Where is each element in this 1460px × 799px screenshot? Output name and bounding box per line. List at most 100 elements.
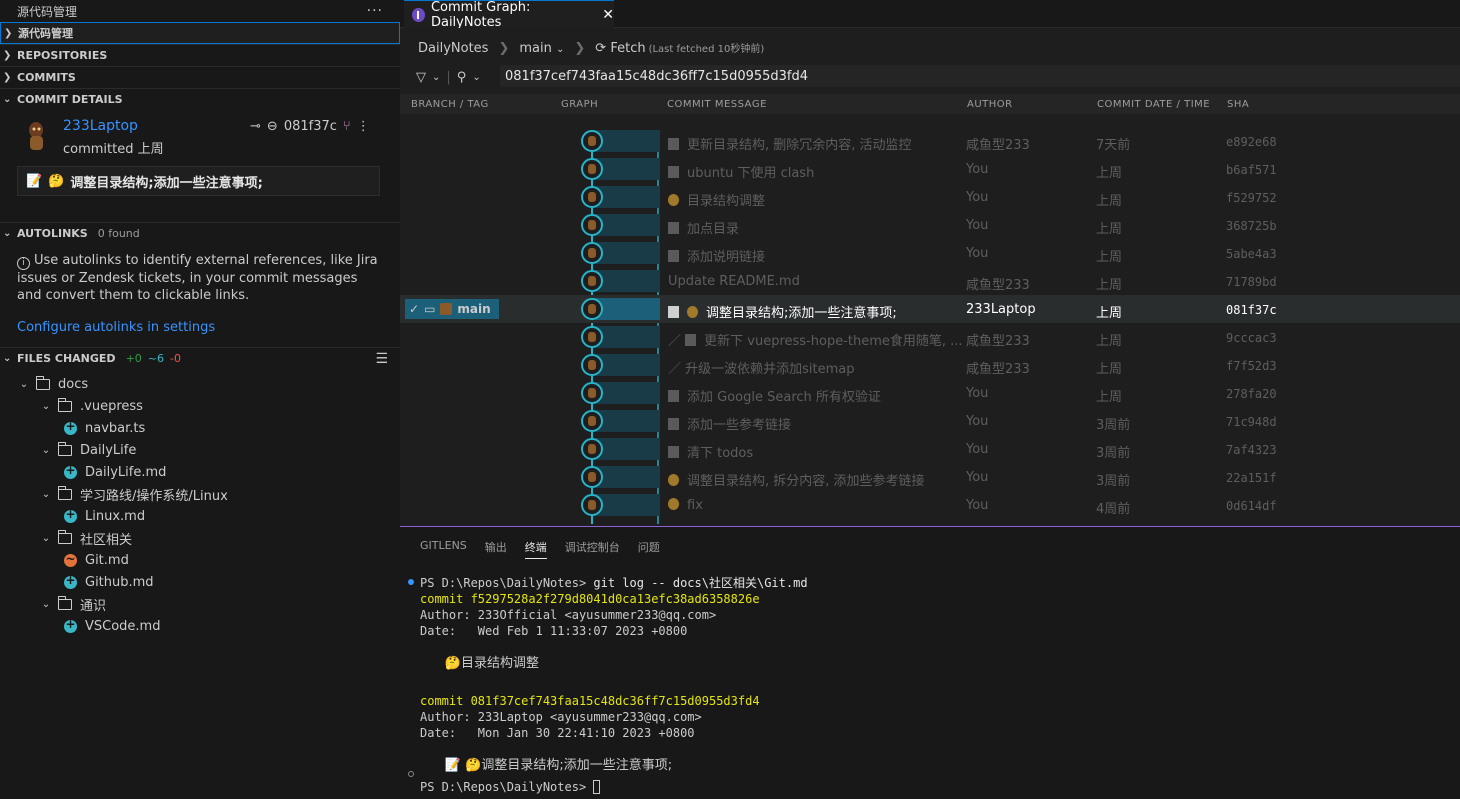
panel-tab[interactable]: 终端 <box>524 539 547 559</box>
commit-sha[interactable]: 081f37c <box>284 119 337 134</box>
tree-file[interactable]: Git.md <box>0 549 400 571</box>
column-branch[interactable]: BRANCH / TAG <box>411 99 489 110</box>
commit-node[interactable] <box>581 270 603 292</box>
repo-picker[interactable]: DailyNotes <box>418 41 488 56</box>
commit-author-link[interactable]: 233Laptop <box>63 118 138 134</box>
terminal[interactable]: PS D:\Repos\DailyNotes> git log -- docs\… <box>420 575 808 795</box>
section-commit-details[interactable]: ⌄ COMMIT DETAILS <box>0 88 400 110</box>
tree-folder[interactable]: ⌄ DailyLife <box>0 439 400 461</box>
configure-autolinks-link[interactable]: Configure autolinks in settings <box>17 319 215 336</box>
chevron-down-icon[interactable]: ⌄ <box>16 379 32 390</box>
more-actions-icon[interactable]: ··· <box>367 3 383 19</box>
panel-tab[interactable]: GITLENS <box>420 539 467 559</box>
commit-row[interactable]: 目录结构调整 You 上周 f529752 <box>400 183 1460 211</box>
tree-file[interactable]: navbar.ts <box>0 417 400 439</box>
commit-date: 上周 <box>1096 222 1123 237</box>
commit-node[interactable] <box>581 438 603 460</box>
tree-item-label: docs <box>58 376 89 392</box>
compare-icon[interactable]: ⑂ <box>343 119 351 134</box>
commit-row[interactable]: 添加一些参考链接 You 3周前 71c948d <box>400 407 1460 435</box>
commit-sha: 278fa20 <box>1226 387 1277 401</box>
tree-item-label: Linux.md <box>85 508 146 524</box>
sidebar-title: 源代码管理 <box>17 4 78 19</box>
section-autolinks[interactable]: ⌄ AUTOLINKS 0 found <box>0 222 400 244</box>
commit-node[interactable] <box>581 242 603 264</box>
terminal-line: PS D:\Repos\DailyNotes> <box>420 779 808 795</box>
chevron-down-icon[interactable]: ⌄ <box>38 401 54 412</box>
column-graph[interactable]: GRAPH <box>561 99 598 110</box>
branch-tag[interactable]: ✓ ▭ main <box>405 299 499 319</box>
tree-item-label: VSCode.md <box>85 618 161 634</box>
commit-node[interactable] <box>581 382 603 404</box>
branch-picker[interactable]: main ⌄ <box>519 41 564 56</box>
tree-folder[interactable]: ⌄ 学习路线/操作系统/Linux <box>0 483 400 505</box>
commit-node[interactable] <box>581 186 603 208</box>
commit-message-text: 加点目录 <box>687 222 740 237</box>
column-sha[interactable]: SHA <box>1227 99 1249 110</box>
search-icon[interactable]: ⚲ <box>457 70 467 85</box>
avatar <box>29 122 43 150</box>
list-view-icon[interactable]: ☰ <box>375 351 388 367</box>
graph-rows: 更新目录结构, 删除冗余内容, 活动监控 咸鱼型233 7天前 e892e68 ubun… <box>400 114 1460 524</box>
section-repositories[interactable]: ❯ REPOSITORIES <box>0 44 400 66</box>
commit-date: 3周前 <box>1096 474 1131 489</box>
tree-file[interactable]: VSCode.md <box>0 615 400 637</box>
more-vertical-icon[interactable]: ⋮ <box>357 119 370 134</box>
commit-node[interactable] <box>581 298 603 320</box>
chevron-down-icon[interactable]: ⌄ <box>432 72 440 83</box>
tree-folder[interactable]: ⌄ .vuepress <box>0 395 400 417</box>
commit-node[interactable] <box>581 354 603 376</box>
tree-file[interactable]: Github.md <box>0 571 400 593</box>
panel-tab[interactable]: 问题 <box>638 539 660 559</box>
face-icon: 🤔 <box>465 758 482 773</box>
panel-tab[interactable]: 调试控制台 <box>565 539 620 559</box>
tab-commit-graph[interactable]: Commit Graph: DailyNotes ✕ <box>404 0 614 30</box>
commit-row[interactable]: 加点目录 You 上周 368725b <box>400 211 1460 239</box>
commit-row[interactable]: 添加 Google Search 所有权验证 You 上周 278fa20 <box>400 379 1460 407</box>
commit-row[interactable]: fix You 4周前 0d614df <box>400 491 1460 519</box>
commit-node[interactable] <box>581 410 603 432</box>
commit-row[interactable]: ubuntu 下使用 clash You 上周 b6af571 <box>400 155 1460 183</box>
commit-row[interactable]: 清下 todos You 3周前 7af4323 <box>400 435 1460 463</box>
tree-folder[interactable]: ⌄ 社区相关 <box>0 527 400 549</box>
commit-node[interactable] <box>581 158 603 180</box>
commit-sha: 7af4323 <box>1226 443 1277 457</box>
chevron-down-icon[interactable]: ⌄ <box>38 489 54 500</box>
commit-node[interactable] <box>581 494 603 516</box>
commit-row[interactable]: ✓ ▭ main 调整目录结构;添加一些注意事项; 233Laptop 上周 081f37c <box>400 295 1460 323</box>
chevron-down-icon[interactable]: ⌄ <box>38 533 54 544</box>
tree-folder[interactable]: ⌄ 通识 <box>0 593 400 615</box>
commit-row[interactable]: Update README.md 咸鱼型233 上周 71789bd <box>400 267 1460 295</box>
fetch-button[interactable]: ⟳ Fetch (Last fetched 10秒钟前) <box>595 40 764 56</box>
file-added-icon <box>64 573 77 589</box>
commit-message-text: 更新下 vuepress-hope-theme食用随笔, ... <box>704 334 963 349</box>
section-commits[interactable]: ❯ COMMITS <box>0 66 400 88</box>
commit-node[interactable] <box>581 466 603 488</box>
commit-row[interactable]: 更新目录结构, 删除冗余内容, 活动监控 咸鱼型233 7天前 e892e68 <box>400 127 1460 155</box>
section-scm[interactable]: ❯ 源代码管理 <box>0 22 400 44</box>
commit-node[interactable] <box>581 214 603 236</box>
section-files-changed[interactable]: ⌄ FILES CHANGED +0 ~6 -0 ☰ <box>0 347 400 369</box>
commit-row[interactable]: ／ 升级一波依赖并添加sitemap 咸鱼型233 上周 f7f52d3 <box>400 351 1460 379</box>
close-icon[interactable]: ✕ <box>602 7 614 23</box>
tree-file[interactable]: Linux.md <box>0 505 400 527</box>
filter-icon[interactable]: ▽ <box>416 70 426 85</box>
tree-file[interactable]: DailyLife.md <box>0 461 400 483</box>
commit-node[interactable] <box>581 326 603 348</box>
chevron-down-icon[interactable]: ⌄ <box>38 599 54 610</box>
commit-row[interactable]: 调整目录结构, 拆分内容, 添加些参考链接 You 3周前 22a151f <box>400 463 1460 491</box>
column-date[interactable]: COMMIT DATE / TIME <box>1097 99 1210 110</box>
column-message[interactable]: COMMIT MESSAGE <box>667 99 767 110</box>
search-input[interactable]: 081f37cef743faa15c48dc36ff7c15d0955d3fd4 <box>500 65 1460 87</box>
pin-icon[interactable]: ⊸ <box>250 119 261 134</box>
column-author[interactable]: AUTHOR <box>967 99 1013 110</box>
commit-node[interactable] <box>581 130 603 152</box>
commit-row[interactable]: ／ 更新下 vuepress-hope-theme食用随笔, ... 咸鱼型233… <box>400 323 1460 351</box>
tree-folder[interactable]: ⌄ docs <box>0 373 400 395</box>
chevron-down-icon[interactable]: ⌄ <box>472 72 480 83</box>
memo-icon <box>668 166 679 178</box>
commit-row[interactable]: 添加说明链接 You 上周 5abe4a3 <box>400 239 1460 267</box>
panel-tab[interactable]: 输出 <box>485 539 507 559</box>
chevron-down-icon[interactable]: ⌄ <box>38 445 54 456</box>
